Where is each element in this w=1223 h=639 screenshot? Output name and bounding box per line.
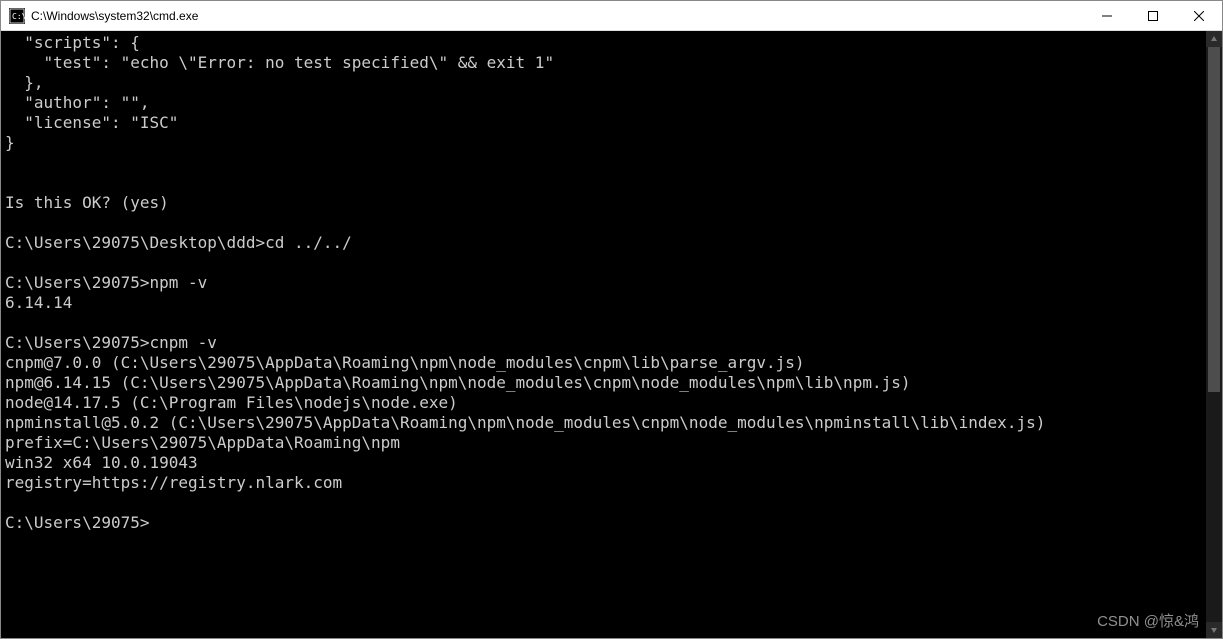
cmd-window: C:\ C:\Windows\system32\cmd.exe "scripts… <box>0 0 1223 639</box>
titlebar[interactable]: C:\ C:\Windows\system32\cmd.exe <box>1 1 1222 31</box>
maximize-button[interactable] <box>1130 1 1176 31</box>
terminal-output[interactable]: "scripts": { "test": "echo \"Error: no t… <box>1 31 1206 638</box>
scroll-thumb[interactable] <box>1208 47 1220 392</box>
scroll-track[interactable] <box>1206 47 1222 622</box>
scroll-up-arrow[interactable] <box>1206 31 1222 47</box>
cmd-icon: C:\ <box>9 8 25 24</box>
close-button[interactable] <box>1176 1 1222 31</box>
minimize-button[interactable] <box>1084 1 1130 31</box>
terminal-area: "scripts": { "test": "echo \"Error: no t… <box>1 31 1222 638</box>
window-title: C:\Windows\system32\cmd.exe <box>31 9 198 23</box>
scroll-down-arrow[interactable] <box>1206 622 1222 638</box>
svg-text:C:\: C:\ <box>12 12 25 21</box>
vertical-scrollbar[interactable] <box>1206 31 1222 638</box>
